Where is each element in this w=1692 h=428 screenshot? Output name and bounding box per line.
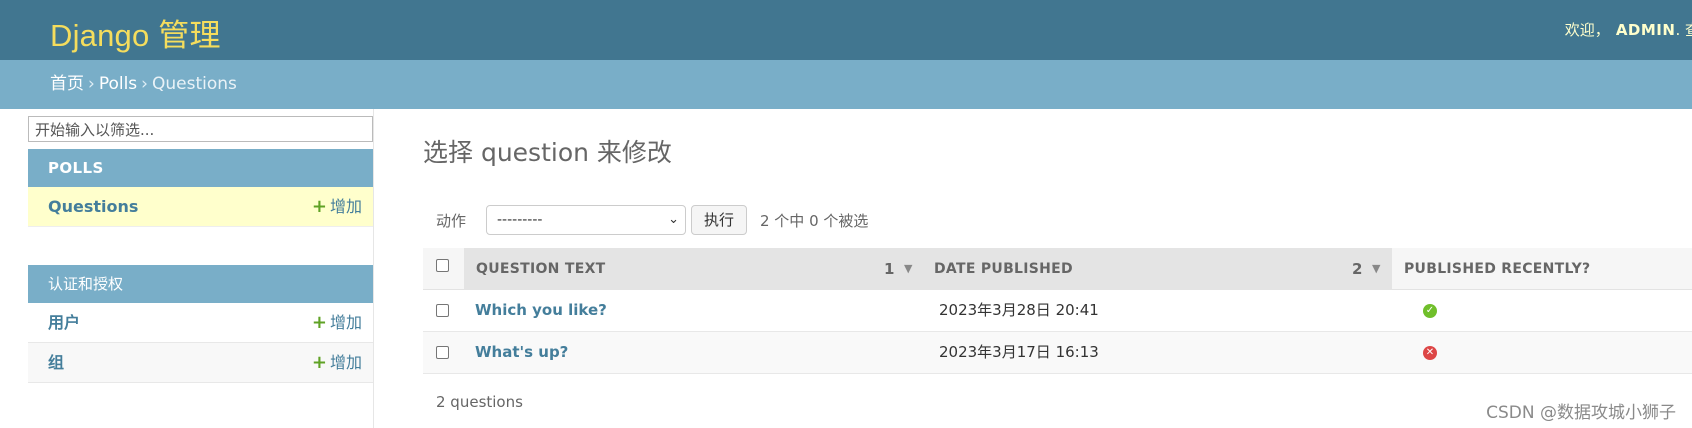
plus-icon: + <box>311 352 327 373</box>
breadcrumb: 首页 › Polls › Questions <box>0 60 1692 109</box>
nav-sidebar: 开始输入以筛选... POLLS Questions + 增加 认证和授权 用户 … <box>28 109 374 428</box>
add-user-button[interactable]: + 增加 <box>312 303 362 343</box>
chevron-down-icon: ⌄ <box>668 212 679 227</box>
table-row: Which you like? 2023年3月28日 20:41 ✓ <box>423 290 1692 332</box>
sidebar-item-users: 用户 + 增加 <box>28 303 373 343</box>
module-caption-polls[interactable]: POLLS <box>28 149 373 187</box>
question-link[interactable]: Which you like? <box>475 290 607 331</box>
table-row: What's up? 2023年3月17日 16:13 ✕ <box>423 332 1692 374</box>
question-link[interactable]: What's up? <box>475 332 568 373</box>
column-header-published-recently: PUBLISHED RECENTLY? <box>1404 261 1591 277</box>
sidebar-item-users-link[interactable]: 用户 <box>48 313 80 332</box>
sort-priority[interactable]: 1 <box>884 248 895 290</box>
breadcrumb-separator: › <box>88 74 95 94</box>
site-name[interactable]: Django 管理 <box>50 10 221 55</box>
action-select-value: --------- <box>497 212 543 228</box>
date-published: 2023年3月17日 16:13 <box>939 343 1099 361</box>
column-header-question-text[interactable]: QUESTION TEXT 1 ▼ <box>464 248 922 290</box>
sort-descending-icon[interactable]: ▼ <box>904 248 913 290</box>
username: ADMIN <box>1615 21 1676 39</box>
action-select[interactable]: --------- ⌄ <box>486 205 686 235</box>
action-counter: 2 个中 0 个被选 <box>760 212 869 230</box>
sidebar-item-groups: 组 + 增加 <box>28 343 373 383</box>
add-group-button[interactable]: + 增加 <box>312 343 362 383</box>
page-title: 选择 question 来修改 <box>423 138 672 167</box>
breadcrumb-separator: › <box>141 74 148 94</box>
welcome-text: 欢迎， <box>1564 21 1610 39</box>
yes-icon: ✓ <box>1423 304 1437 318</box>
column-header-date-published[interactable]: DATE PUBLISHED 2 ▼ <box>922 248 1392 290</box>
action-label: 动作 <box>436 212 467 230</box>
plus-icon: + <box>311 196 327 217</box>
user-tools: 欢迎， ADMIN. 查 <box>1565 19 1692 40</box>
nav-filter-input[interactable]: 开始输入以筛选... <box>28 116 373 142</box>
select-all-checkbox[interactable] <box>436 259 449 272</box>
sort-descending-icon[interactable]: ▼ <box>1372 248 1381 290</box>
view-site-link[interactable]: . 查 <box>1675 21 1692 39</box>
breadcrumb-polls[interactable]: Polls <box>99 74 137 94</box>
module-caption-auth[interactable]: 认证和授权 <box>28 265 373 303</box>
watermark: CSDN @数据攻城小狮子 <box>1486 403 1676 423</box>
breadcrumb-home[interactable]: 首页 <box>50 74 84 94</box>
sort-priority[interactable]: 2 <box>1352 248 1363 290</box>
add-question-button[interactable]: + 增加 <box>312 187 362 227</box>
row-select-checkbox[interactable] <box>436 346 449 359</box>
breadcrumb-current: Questions <box>151 74 237 94</box>
no-icon: ✕ <box>1423 346 1437 360</box>
row-select-checkbox[interactable] <box>436 304 449 317</box>
sidebar-item-groups-link[interactable]: 组 <box>48 353 64 372</box>
sidebar-item-questions-link[interactable]: Questions <box>48 197 138 216</box>
paginator: 2 questions <box>436 393 523 411</box>
table-header: QUESTION TEXT 1 ▼ DATE PUBLISHED 2 ▼ PUB… <box>423 248 1692 290</box>
actions-bar: 动作 --------- ⌄ 执行 2 个中 0 个被选 <box>423 204 1692 236</box>
plus-icon: + <box>311 312 327 333</box>
sidebar-item-questions: Questions + 增加 <box>28 187 373 227</box>
date-published: 2023年3月28日 20:41 <box>939 301 1099 319</box>
header-bar: Django 管理 欢迎， ADMIN. 查 <box>0 0 1692 60</box>
action-go-button[interactable]: 执行 <box>691 205 747 235</box>
